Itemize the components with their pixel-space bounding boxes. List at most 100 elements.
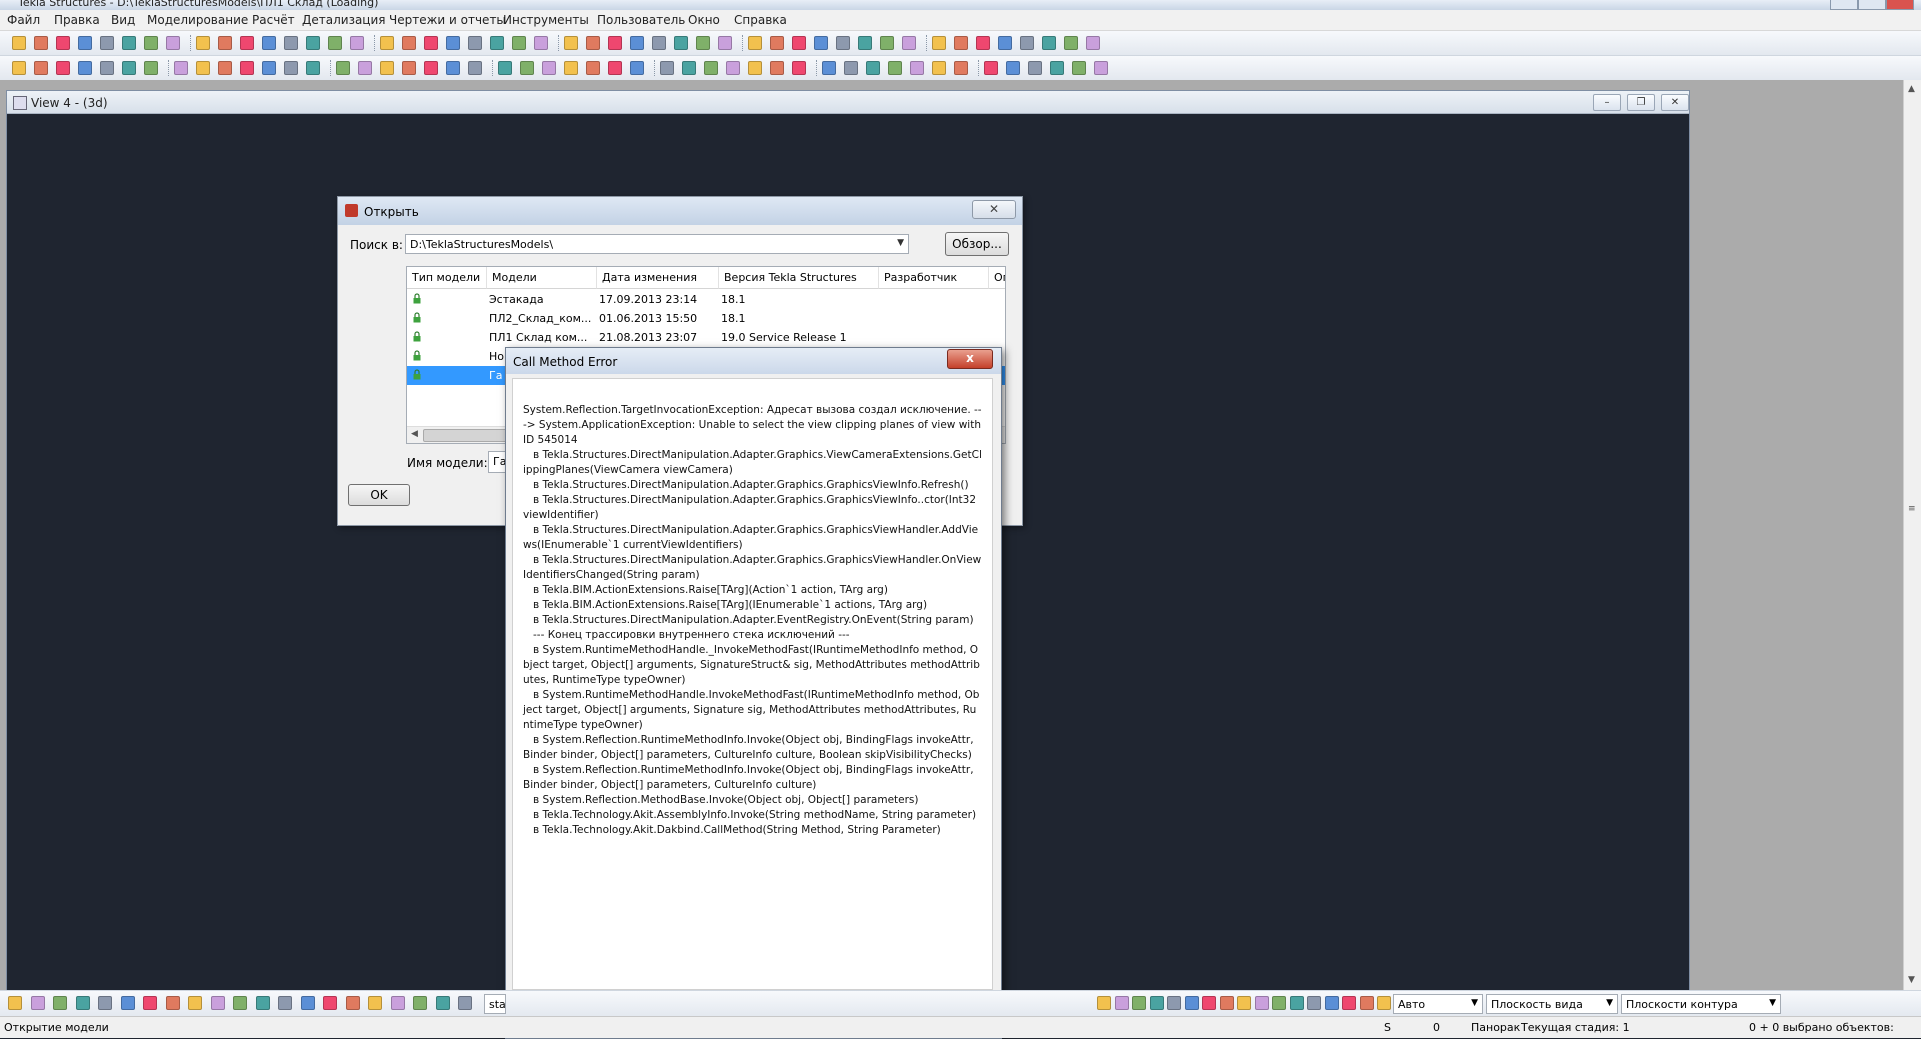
vertical-scrollbar[interactable]: ▲ ≡ ▼: [1903, 80, 1921, 990]
chevron-down-icon[interactable]: ▼: [897, 238, 904, 248]
toolbar-tool-icon[interactable]: [218, 36, 232, 50]
toolbar-tool-icon[interactable]: [564, 61, 578, 75]
toolbar-tool-icon[interactable]: [564, 36, 578, 50]
contour-planes-combo[interactable]: Плоскости контура ▼: [1621, 994, 1781, 1014]
toolbar-tool-icon[interactable]: [726, 61, 740, 75]
menu-view[interactable]: Вид: [111, 13, 135, 27]
toolbar-tool-icon[interactable]: [78, 61, 92, 75]
select-switch-icon[interactable]: [1114, 996, 1129, 1010]
select-switch-icon[interactable]: [390, 996, 405, 1010]
select-switch-icon[interactable]: [120, 996, 135, 1010]
select-switch-icon[interactable]: [413, 996, 427, 1010]
select-switch-icon[interactable]: [210, 996, 225, 1010]
toolbar-tool-icon[interactable]: [1050, 61, 1064, 75]
toolbar-tool-icon[interactable]: [608, 36, 622, 50]
select-switch-icon[interactable]: [1167, 996, 1181, 1010]
toolbar-tool-icon[interactable]: [122, 61, 136, 75]
select-switch-icon[interactable]: [143, 996, 157, 1010]
toolbar-tool-icon[interactable]: [166, 36, 180, 50]
toolbar-tool-icon[interactable]: [284, 36, 298, 50]
menu-window[interactable]: Окно: [688, 13, 720, 27]
toolbar-tool-icon[interactable]: [652, 36, 666, 50]
toolbar-tool-icon[interactable]: [1006, 61, 1020, 75]
toolbar-tool-icon[interactable]: [770, 36, 784, 50]
select-switch-icon[interactable]: [188, 996, 202, 1010]
toolbar-tool-icon[interactable]: [34, 36, 48, 50]
col-header-op[interactable]: Оп: [989, 267, 1005, 289]
toolbar-tool-icon[interactable]: [262, 61, 276, 75]
toolbar-tool-icon[interactable]: [306, 36, 320, 50]
select-switch-icon[interactable]: [1097, 996, 1111, 1010]
select-switch-icon[interactable]: [458, 996, 472, 1010]
toolbar-tool-icon[interactable]: [984, 61, 998, 75]
select-switch-icon[interactable]: [1237, 996, 1251, 1010]
toolbar-tool-icon[interactable]: [512, 36, 526, 50]
toolbar-tool-icon[interactable]: [748, 36, 762, 50]
toolbar-tool-icon[interactable]: [12, 61, 26, 75]
chevron-down-icon[interactable]: ▼: [1471, 998, 1478, 1008]
toolbar-tool-icon[interactable]: [792, 61, 806, 75]
view-close-button[interactable]: ✕: [1661, 94, 1689, 111]
view-minimize-button[interactable]: –: [1593, 94, 1621, 111]
select-switch-icon[interactable]: [1149, 996, 1164, 1010]
toolbar-tool-icon[interactable]: [446, 61, 460, 75]
toolbar-tool-icon[interactable]: [976, 36, 990, 50]
toolbar-tool-icon[interactable]: [78, 36, 92, 50]
toolbar-tool-icon[interactable]: [748, 61, 762, 75]
toolbar-tool-icon[interactable]: [284, 61, 298, 75]
toolbar-tool-icon[interactable]: [954, 61, 968, 75]
toolbar-tool-icon[interactable]: [498, 61, 512, 75]
select-switch-icon[interactable]: [1202, 996, 1216, 1010]
select-switch-icon[interactable]: [30, 996, 45, 1010]
toolbar-tool-icon[interactable]: [328, 36, 342, 50]
chevron-down-icon[interactable]: ▼: [1606, 998, 1613, 1008]
toolbar-tool-icon[interactable]: [196, 61, 210, 75]
toolbar-tool-icon[interactable]: [144, 61, 158, 75]
toolbar-tool-icon[interactable]: [56, 36, 70, 50]
select-switch-icon[interactable]: [1307, 996, 1321, 1010]
toolbar-tool-icon[interactable]: [844, 61, 858, 75]
menu-analysis[interactable]: Расчёт: [252, 13, 295, 27]
select-switch-icon[interactable]: [1377, 996, 1391, 1010]
toolbar-tool-icon[interactable]: [336, 61, 350, 75]
select-switch-icon[interactable]: [278, 996, 292, 1010]
toolbar-tool-icon[interactable]: [630, 36, 644, 50]
toolbar-tool-icon[interactable]: [402, 36, 416, 50]
toolbar-tool-icon[interactable]: [792, 36, 806, 50]
toolbar-tool-icon[interactable]: [144, 36, 158, 50]
scroll-grip-icon[interactable]: ≡: [1908, 504, 1918, 514]
toolbar-tool-icon[interactable]: [902, 36, 916, 50]
toolbar-tool-icon[interactable]: [218, 61, 232, 75]
select-switch-icon[interactable]: [53, 996, 67, 1010]
close-icon[interactable]: x: [947, 349, 993, 369]
toolbar-tool-icon[interactable]: [468, 36, 482, 50]
menu-help[interactable]: Справка: [734, 13, 787, 27]
toolbar-tool-icon[interactable]: [1086, 36, 1100, 50]
select-switch-icon[interactable]: [1324, 996, 1339, 1010]
toolbar-tool-icon[interactable]: [122, 36, 136, 50]
col-header-models[interactable]: Модели: [487, 267, 597, 289]
select-switch-icon[interactable]: [1254, 996, 1269, 1010]
look-in-combo[interactable]: D:\TeklaStructuresModels\ ▼: [405, 234, 909, 254]
col-header-developer[interactable]: Разработчик: [879, 267, 989, 289]
toolbar-tool-icon[interactable]: [240, 61, 254, 75]
scroll-thumb[interactable]: [423, 429, 515, 442]
toolbar-tool-icon[interactable]: [12, 36, 26, 50]
scroll-left-icon[interactable]: ◀: [411, 429, 418, 439]
menu-user[interactable]: Пользователь: [597, 13, 685, 27]
toolbar-tool-icon[interactable]: [196, 36, 210, 50]
work-plane-combo[interactable]: Плоскость вида ▼: [1486, 994, 1618, 1014]
toolbar-tool-icon[interactable]: [534, 36, 548, 50]
list-item[interactable]: ПЛ1 Склад ком... 21.08.2013 23:07 19.0 Ser…: [407, 328, 1005, 347]
col-header-version[interactable]: Версия Tekla Structures: [719, 267, 879, 289]
toolbar-tool-icon[interactable]: [718, 36, 732, 50]
select-switch-icon[interactable]: [165, 996, 180, 1010]
toolbar-tool-icon[interactable]: [520, 61, 534, 75]
browse-button[interactable]: Обзор...: [945, 232, 1009, 256]
scroll-up-icon[interactable]: ▲: [1908, 84, 1918, 94]
toolbar-tool-icon[interactable]: [660, 61, 674, 75]
toolbar-tool-icon[interactable]: [350, 36, 364, 50]
select-switch-icon[interactable]: [1219, 996, 1234, 1010]
scroll-down-icon[interactable]: ▼: [1908, 975, 1918, 985]
toolbar-tool-icon[interactable]: [954, 36, 968, 50]
